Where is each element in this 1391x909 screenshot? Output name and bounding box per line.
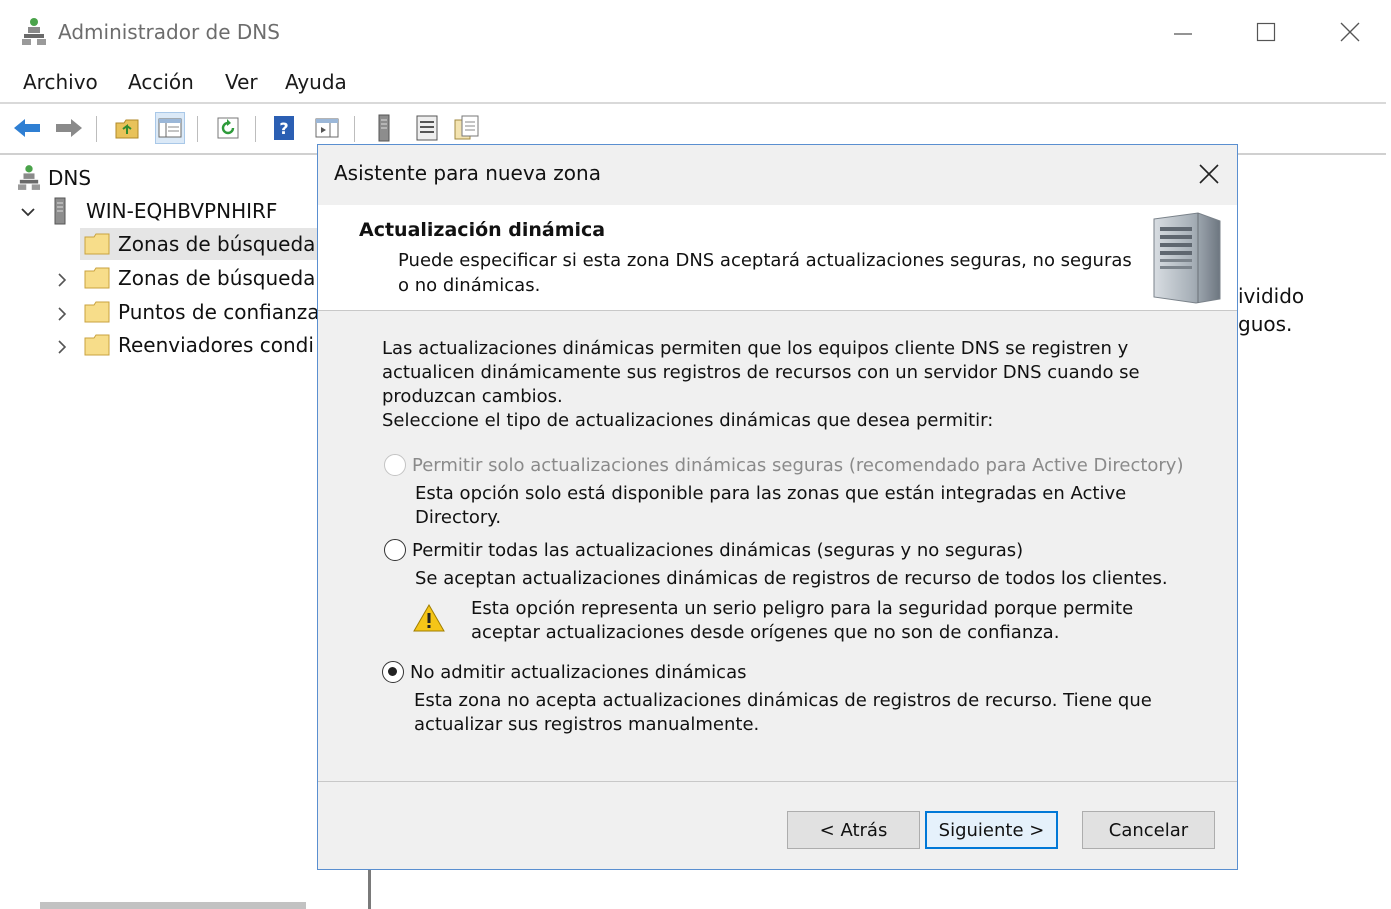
dialog-close-button[interactable] <box>1194 159 1224 189</box>
dialog-title: Asistente para nueva zona <box>334 161 601 185</box>
server-tower-icon <box>1153 212 1221 304</box>
menu-archivo[interactable]: Archivo <box>23 70 98 94</box>
radio-button[interactable] <box>384 454 406 476</box>
maximize-icon <box>1256 22 1276 42</box>
wizard-step-subtitle: Puede especificar si esta zona DNS acept… <box>398 250 1132 296</box>
list-icon <box>416 115 438 141</box>
toolbar-separator <box>255 116 256 142</box>
tree-label: Reenviadores condi <box>118 333 314 357</box>
tree-node-reverse-lookup-zones[interactable]: Zonas de búsqueda <box>84 262 315 294</box>
dns-icon <box>18 165 40 190</box>
maximize-button[interactable] <box>1250 16 1282 48</box>
chevron-right-icon[interactable] <box>54 339 70 355</box>
close-icon <box>1340 22 1360 42</box>
tree-label: Zonas de búsqueda <box>118 232 316 256</box>
refresh-button[interactable] <box>213 112 243 144</box>
warning-text: Esta opción representa un serio peligro … <box>471 598 1134 643</box>
action-pane-icon <box>315 118 339 138</box>
menu-ver[interactable]: Ver <box>225 70 258 94</box>
radio-button[interactable] <box>384 539 406 561</box>
up-folder-button[interactable] <box>112 112 142 144</box>
option-label: Permitir todas las actualizaciones dinám… <box>412 539 1024 561</box>
tree-node-server[interactable]: WIN-EQHBVPNHIRF <box>52 195 277 227</box>
warning-icon <box>413 603 445 632</box>
chevron-down-icon[interactable] <box>20 204 36 220</box>
select-prompt: Seleccione el tipo de actualizaciones di… <box>382 410 994 431</box>
right-pane-text: ividido <box>1238 284 1305 308</box>
refresh-icon <box>217 117 239 139</box>
tree-label: DNS <box>48 166 92 190</box>
radio-no-dynamic-updates[interactable]: No admitir actualizaciones dinámicas <box>382 661 746 683</box>
server-button[interactable] <box>369 112 399 144</box>
horizontal-scrollbar[interactable] <box>40 902 306 909</box>
footer-divider <box>318 781 1237 782</box>
svg-text:?: ? <box>279 119 288 138</box>
option-description: Esta zona no acepta actualizaciones diná… <box>414 690 1152 735</box>
intro-text: Las actualizaciones dinámicas permiten q… <box>382 338 1140 407</box>
cancel-button[interactable]: Cancelar <box>1082 811 1215 849</box>
help-icon: ? <box>274 116 294 140</box>
close-icon <box>1199 164 1219 184</box>
forward-button[interactable] <box>54 112 84 144</box>
chevron-right-icon[interactable] <box>54 306 70 322</box>
toolbar-separator <box>96 116 97 142</box>
properties-icon <box>454 115 479 140</box>
menu-bar: Archivo Acción Ver Ayuda <box>0 62 1391 102</box>
close-window-button[interactable] <box>1334 16 1366 48</box>
next-button[interactable]: Siguiente > <box>925 811 1058 849</box>
console-tree-icon <box>158 118 182 138</box>
server-icon <box>378 114 390 142</box>
tree-label: Zonas de búsqueda <box>118 266 316 290</box>
wizard-header: Actualización dinámica Puede especificar… <box>318 205 1237 311</box>
help-button[interactable]: ? <box>269 112 299 144</box>
title-bar: Administrador de DNS <box>0 0 1391 62</box>
tree-node-dns[interactable]: DNS <box>18 162 91 194</box>
option-description: Se aceptan actualizaciones dinámicas de … <box>415 568 1168 589</box>
tree-node-conditional-forwarders[interactable]: Reenviadores condi <box>84 329 314 361</box>
right-pane-text: guos. <box>1238 312 1293 336</box>
menu-divider <box>0 102 1386 104</box>
dns-manager-icon <box>22 18 46 45</box>
tree-label: Puntos de confianza <box>118 300 320 324</box>
folder-icon <box>84 301 110 323</box>
show-console-tree-button[interactable] <box>155 112 185 144</box>
folder-icon <box>84 233 110 255</box>
folder-icon <box>84 267 110 289</box>
show-action-pane-button[interactable] <box>312 112 342 144</box>
pane-splitter[interactable] <box>368 868 371 909</box>
window-title: Administrador de DNS <box>58 20 280 44</box>
back-arrow-icon <box>14 119 40 137</box>
folder-icon <box>84 334 110 356</box>
radio-allow-all[interactable]: Permitir todas las actualizaciones dinám… <box>384 539 1023 561</box>
chevron-right-icon[interactable] <box>54 272 70 288</box>
wizard-step-title: Actualización dinámica <box>359 219 606 241</box>
radio-button[interactable] <box>382 661 404 683</box>
forward-arrow-icon <box>56 119 82 137</box>
server-icon <box>54 197 66 225</box>
toolbar-separator <box>354 116 355 142</box>
radio-secure-only[interactable]: Permitir solo actualizaciones dinámicas … <box>384 454 1184 476</box>
option-label: No admitir actualizaciones dinámicas <box>410 661 747 683</box>
minimize-button[interactable] <box>1167 16 1199 48</box>
option-description: Esta opción solo está disponible para la… <box>415 483 1127 528</box>
properties-button[interactable] <box>452 112 482 144</box>
option-label: Permitir solo actualizaciones dinámicas … <box>412 454 1184 476</box>
list-button[interactable] <box>412 112 442 144</box>
back-button[interactable]: < Atrás <box>787 811 920 849</box>
minimize-icon <box>1174 33 1192 35</box>
folder-up-icon <box>115 119 139 139</box>
tree-node-forward-lookup-zones[interactable]: Zonas de búsqueda <box>80 228 320 260</box>
toolbar-separator <box>197 116 198 142</box>
tree-label: WIN-EQHBVPNHIRF <box>86 199 278 223</box>
tree-node-trust-points[interactable]: Puntos de confianza <box>84 296 319 328</box>
new-zone-wizard-dialog: Asistente para nueva zona Actualización … <box>317 144 1238 870</box>
menu-accion[interactable]: Acción <box>128 70 194 94</box>
menu-ayuda[interactable]: Ayuda <box>285 70 347 94</box>
back-button[interactable] <box>12 112 42 144</box>
